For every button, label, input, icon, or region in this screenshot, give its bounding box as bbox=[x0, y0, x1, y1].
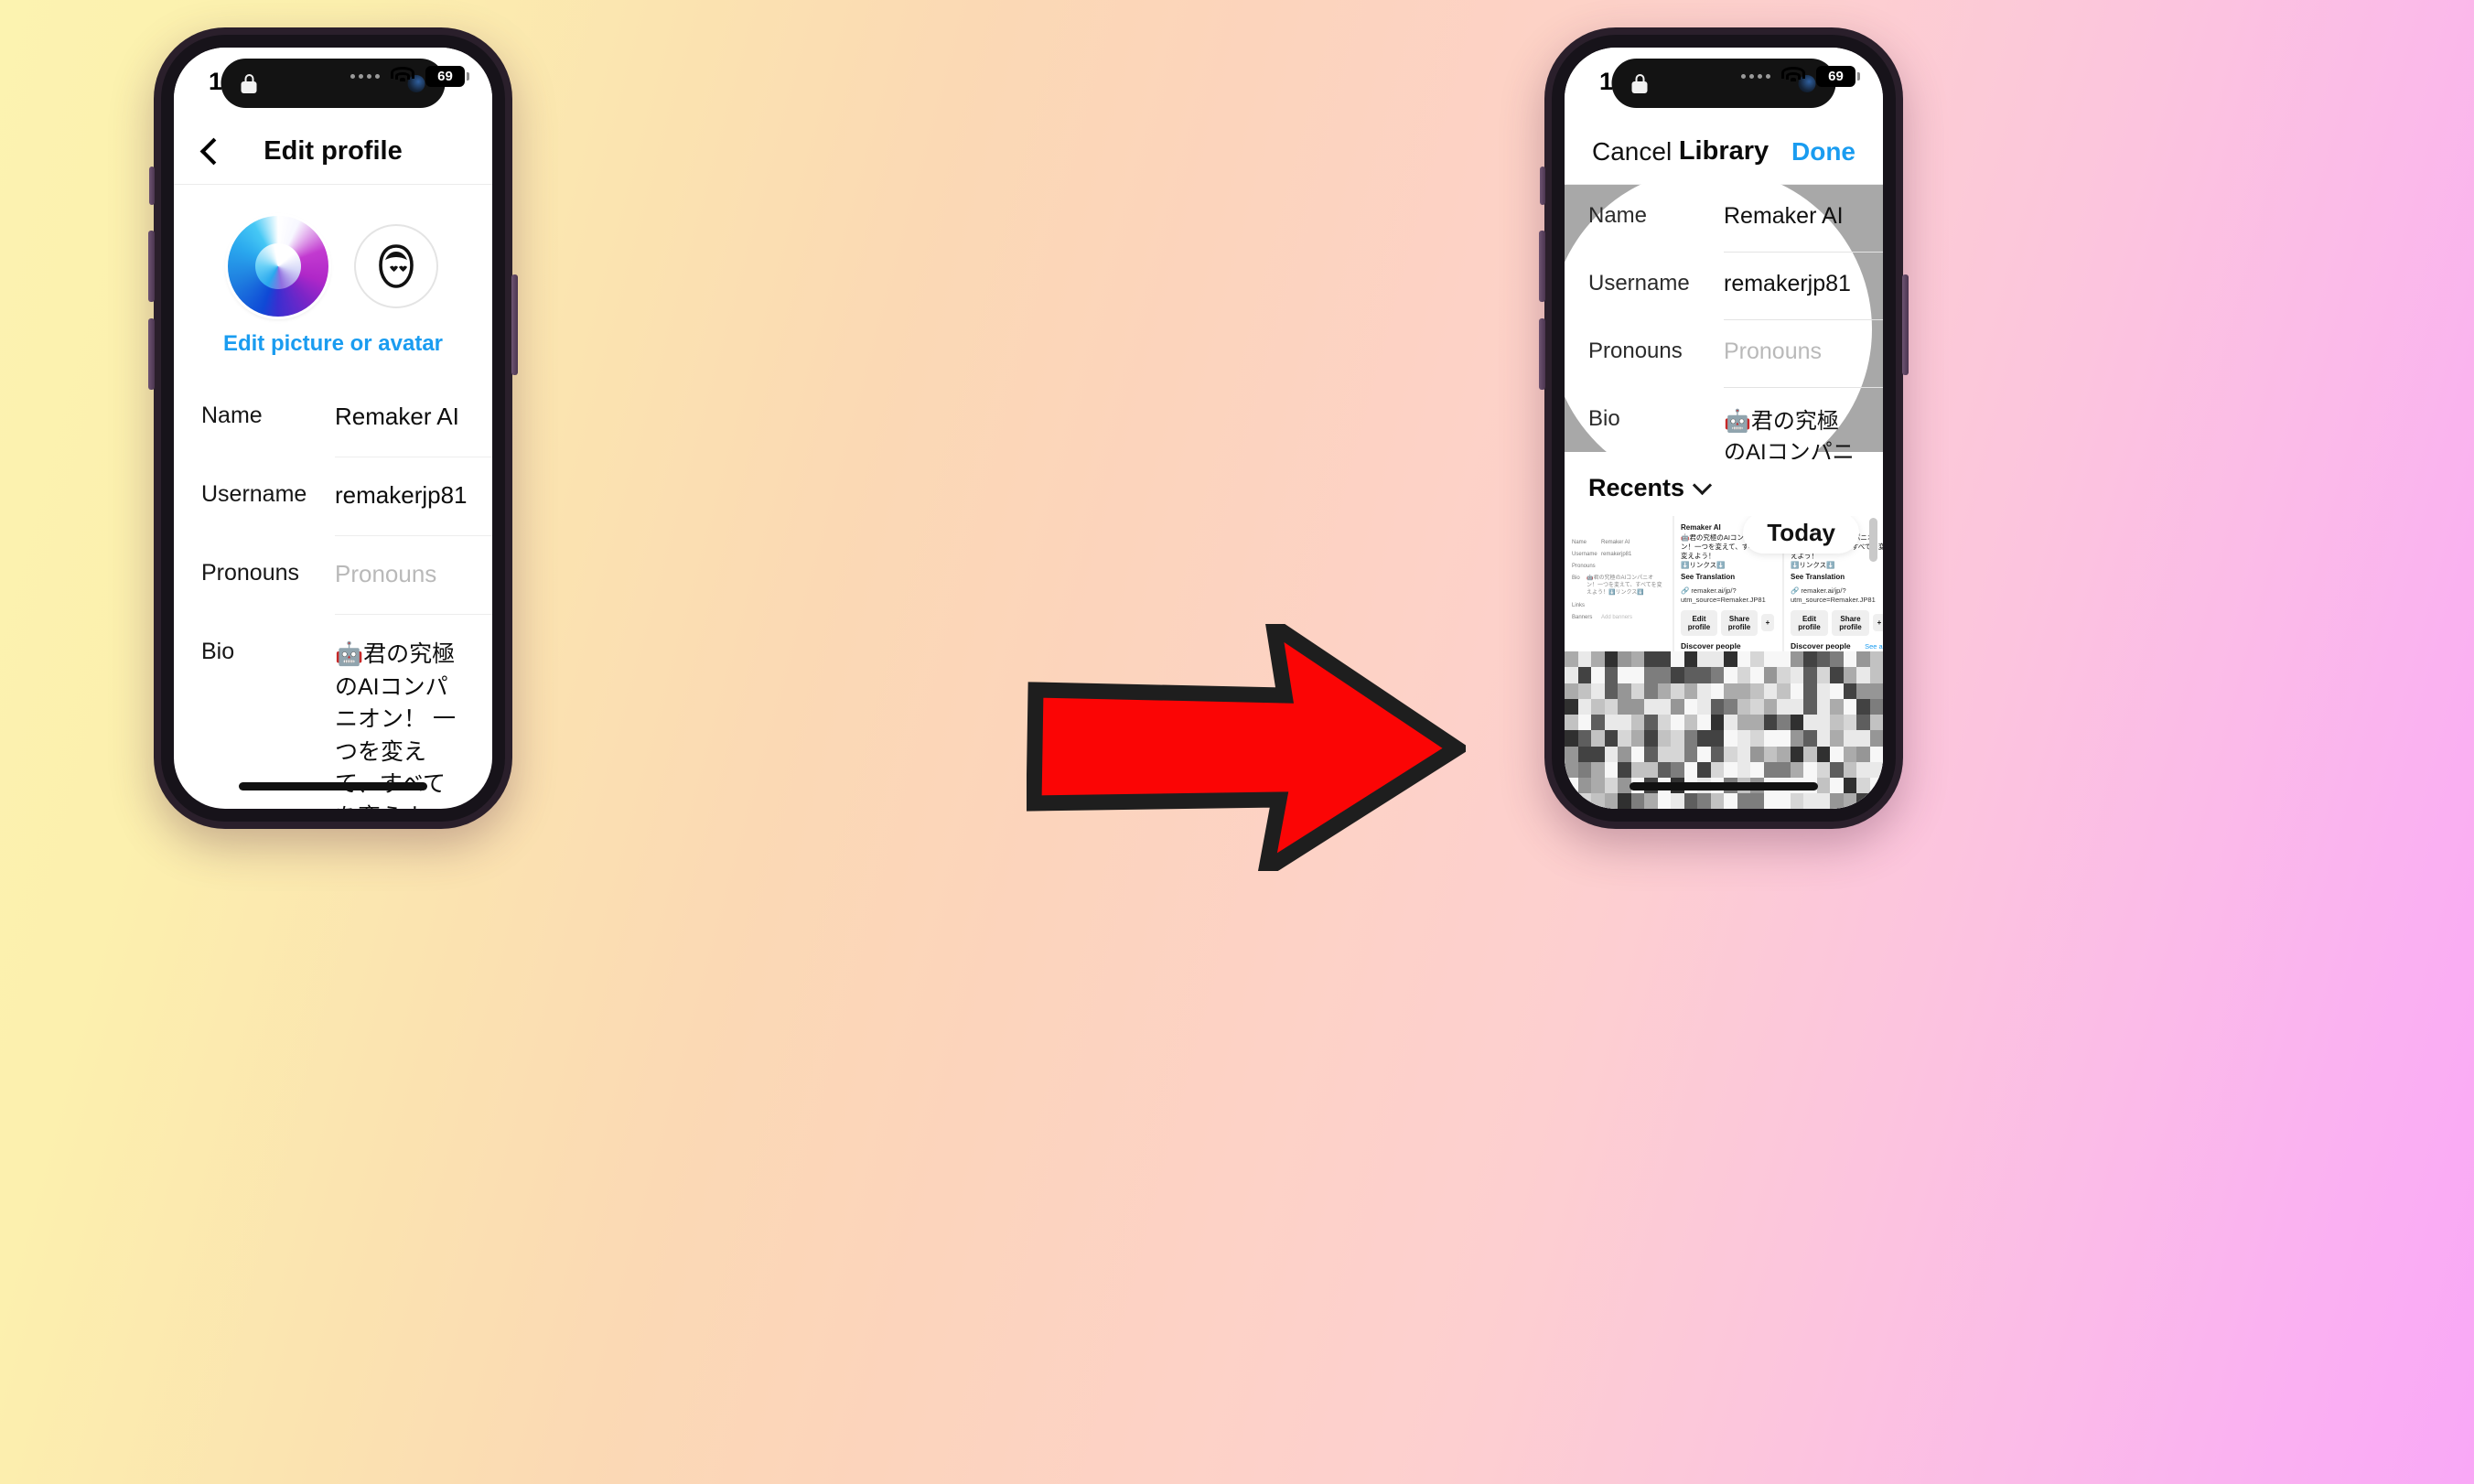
right-phone-screen: 15:07 69 Cancel Library Done Name bbox=[1565, 48, 1883, 809]
phone-volume-up-button[interactable] bbox=[1539, 231, 1545, 302]
field-row-bio[interactable]: Bio 🤖君の究極のAIコンパニオン！ 一つを変えて、すべてを変えよう！ ⬇️リ… bbox=[174, 615, 492, 809]
photo-gallery-grid: Name Remaker AI Username remakerjp81 Pro… bbox=[1565, 516, 1883, 809]
field-value-name[interactable]: Remaker AI bbox=[335, 379, 492, 457]
battery-indicator: 69 bbox=[1816, 66, 1860, 87]
status-right-cluster: 69 bbox=[1741, 66, 1860, 87]
status-bar: 15:07 69 bbox=[174, 48, 492, 119]
left-phone-screen: 15:07 69 Edit profile bbox=[174, 48, 492, 809]
navigation-bar: Edit profile bbox=[174, 119, 492, 185]
signal-dots-icon bbox=[350, 74, 380, 79]
field-label-username: Username bbox=[1588, 271, 1690, 296]
today-badge: Today bbox=[1743, 516, 1859, 554]
phone-power-button[interactable] bbox=[511, 274, 518, 375]
field-row-name[interactable]: Name Remaker AI bbox=[1565, 185, 1883, 253]
home-indicator[interactable] bbox=[239, 782, 427, 790]
status-right-cluster: 69 bbox=[350, 66, 469, 87]
phone-silent-switch bbox=[1540, 167, 1545, 205]
status-bar: 15:07 69 bbox=[1565, 48, 1883, 119]
page-title: Edit profile bbox=[264, 136, 403, 166]
field-placeholder-pronouns[interactable]: Pronouns bbox=[335, 536, 492, 615]
lock-icon bbox=[241, 73, 257, 93]
field-label-pronouns: Pronouns bbox=[1588, 339, 1683, 363]
left-phone-frame: 15:07 69 Edit profile bbox=[148, 27, 518, 829]
field-value-username[interactable]: remakerjp81 bbox=[1724, 253, 1883, 320]
lock-icon bbox=[1631, 73, 1648, 93]
phone-silent-switch bbox=[149, 167, 155, 205]
field-row-pronouns[interactable]: Pronouns Pronouns bbox=[1565, 320, 1883, 388]
field-row-username[interactable]: Username remakerjp81 bbox=[174, 457, 492, 536]
recents-header[interactable]: Recents bbox=[1565, 459, 1883, 516]
battery-indicator: 69 bbox=[425, 66, 469, 87]
library-picker-body: Name Remaker AI Username remakerjp81 Pro… bbox=[1565, 168, 1883, 809]
phone-volume-down-button[interactable] bbox=[1539, 318, 1545, 390]
wifi-icon bbox=[390, 67, 415, 86]
thumb-see-all-link: See all bbox=[1865, 641, 1883, 651]
right-arrow-annotation bbox=[1027, 624, 1466, 871]
field-row-name[interactable]: Name Remaker AI bbox=[174, 379, 492, 457]
phone-power-button[interactable] bbox=[1902, 274, 1909, 375]
signal-dots-icon bbox=[1741, 74, 1770, 79]
phone-volume-up-button[interactable] bbox=[148, 231, 155, 302]
phone-volume-down-button[interactable] bbox=[148, 318, 155, 390]
field-label-username: Username bbox=[201, 481, 307, 507]
thumb-share-profile-button: Share profile bbox=[1721, 609, 1758, 636]
gallery-thumb-1[interactable]: Name Remaker AI Username remakerjp81 Pro… bbox=[1565, 516, 1673, 651]
done-button[interactable]: Done bbox=[1791, 137, 1856, 167]
right-phone-frame: 15:07 69 Cancel Library Done Name bbox=[1539, 27, 1909, 829]
edit-picture-or-avatar-link[interactable]: Edit picture or avatar bbox=[174, 331, 492, 357]
avatar-row bbox=[174, 185, 492, 317]
profile-picture-swirl[interactable] bbox=[228, 216, 328, 317]
gallery-scrollbar[interactable] bbox=[1869, 518, 1877, 562]
edit-profile-form: Name Remaker AI Username remakerjp81 Pro… bbox=[174, 379, 492, 809]
field-label-bio: Bio bbox=[201, 639, 235, 664]
avatar-face-icon[interactable] bbox=[354, 224, 438, 308]
field-value-bio[interactable]: 🤖君の究極のAIコンパニオン！ 一つを変えて、すべてを変えよう！ ⬇️リンクス⬇… bbox=[335, 615, 492, 809]
field-label-bio: Bio bbox=[1588, 406, 1620, 431]
recents-label: Recents bbox=[1588, 473, 1685, 501]
field-value-username[interactable]: remakerjp81 bbox=[335, 457, 492, 536]
wifi-icon bbox=[1780, 67, 1806, 86]
chevron-down-icon[interactable] bbox=[1692, 475, 1713, 495]
thumb-add-person-icon: + bbox=[1761, 614, 1774, 632]
field-label-name: Name bbox=[1588, 203, 1648, 228]
thumb-discover-people: Discover people bbox=[1681, 640, 1741, 651]
field-row-pronouns[interactable]: Pronouns Pronouns bbox=[174, 536, 492, 615]
field-label-pronouns: Pronouns bbox=[201, 560, 300, 586]
thumb-edit-profile-button: Edit profile bbox=[1681, 609, 1717, 636]
field-placeholder-pronouns[interactable]: Pronouns bbox=[1724, 320, 1883, 388]
field-row-username[interactable]: Username remakerjp81 bbox=[1565, 253, 1883, 320]
thumb-see-translation: See Translation bbox=[1681, 572, 1736, 581]
avatar-face-glyph bbox=[379, 244, 414, 288]
field-value-name[interactable]: Remaker AI bbox=[1724, 185, 1883, 253]
field-label-name: Name bbox=[201, 403, 263, 428]
home-indicator[interactable] bbox=[1630, 782, 1818, 790]
